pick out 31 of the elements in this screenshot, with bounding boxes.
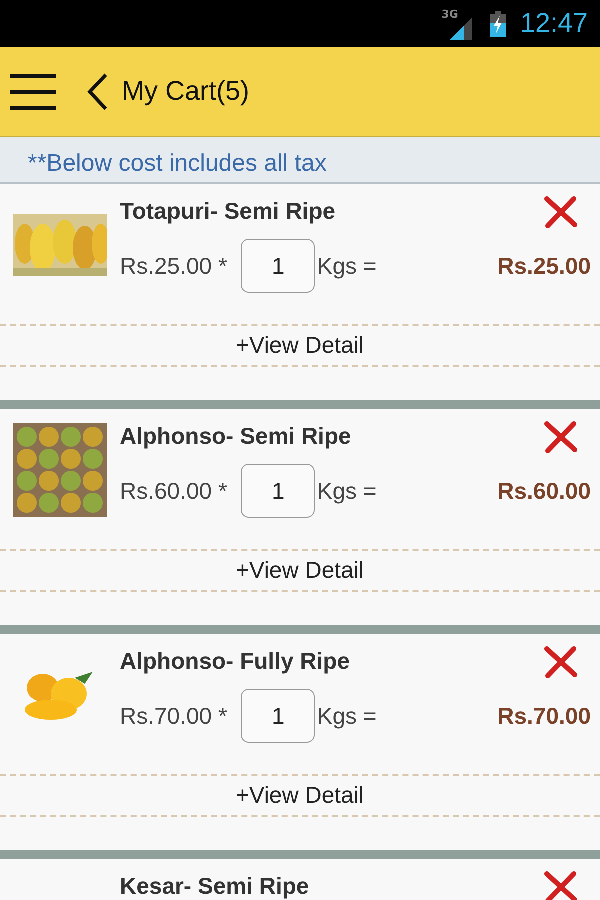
unit-label: Kgs = bbox=[317, 478, 377, 504]
unit-price: Rs.70.00 * bbox=[120, 702, 228, 730]
clock: 12:47 bbox=[520, 8, 588, 39]
remove-icon[interactable] bbox=[544, 871, 578, 900]
quantity-field[interactable]: 1 bbox=[241, 239, 316, 293]
tax-note: **Below cost includes all tax bbox=[28, 150, 327, 178]
unit-price: Rs.60.00 * bbox=[120, 478, 228, 504]
view-detail-link[interactable]: +View Detail bbox=[236, 782, 364, 809]
battery-charging-icon bbox=[490, 10, 506, 36]
product-name: Alphonso- Fully Ripe bbox=[120, 648, 350, 675]
item-total: Rs.70.00 bbox=[498, 702, 591, 730]
view-detail-link[interactable]: +View Detail bbox=[236, 557, 364, 584]
unit-label: Kgs = bbox=[317, 702, 377, 730]
view-detail-link[interactable]: +View Detail bbox=[236, 332, 364, 359]
product-name: Totapuri- Semi Ripe bbox=[120, 198, 336, 225]
product-name: Kesar- Semi Ripe bbox=[120, 873, 310, 900]
item-total: Rs.25.00 bbox=[498, 252, 591, 280]
menu-icon[interactable] bbox=[10, 72, 56, 112]
remove-icon[interactable] bbox=[544, 196, 578, 228]
unit-label: Kgs = bbox=[317, 252, 377, 280]
back-icon[interactable] bbox=[86, 72, 110, 110]
signal-icon bbox=[450, 18, 472, 40]
remove-icon[interactable] bbox=[544, 646, 578, 678]
network-type: 3G bbox=[442, 8, 458, 21]
remove-icon[interactable] bbox=[544, 421, 578, 453]
page-title: My Cart(5) bbox=[122, 76, 250, 107]
quantity-field[interactable]: 1 bbox=[241, 689, 316, 743]
quantity-field[interactable]: 1 bbox=[241, 464, 316, 518]
item-total: Rs.60.00 bbox=[498, 478, 591, 504]
product-name: Alphonso- Semi Ripe bbox=[120, 423, 352, 450]
unit-price: Rs.25.00 * bbox=[120, 252, 228, 280]
